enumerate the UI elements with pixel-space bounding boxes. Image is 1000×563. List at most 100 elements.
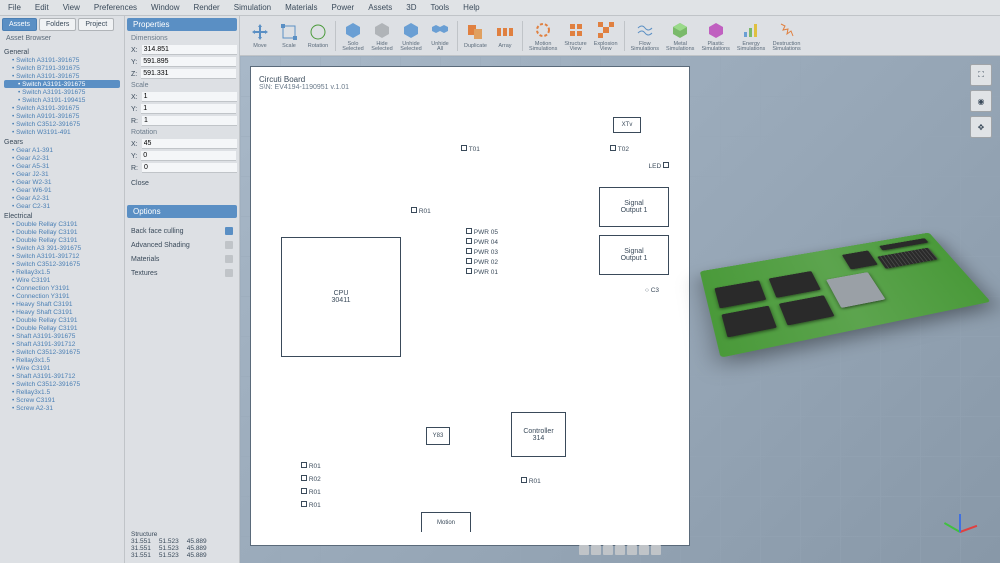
viewport[interactable]: Circuti Board S\N: EV4194-1190951 v.1.01… xyxy=(240,56,1000,563)
tree-item[interactable]: Double Rellay C3191 xyxy=(4,220,120,228)
tree-item[interactable]: Switch A3191-391675 xyxy=(4,80,120,88)
tree-item[interactable]: Double Rellay C3191 xyxy=(4,236,120,244)
tree-item[interactable]: Screw A2-31 xyxy=(4,404,120,412)
prop-input[interactable] xyxy=(142,139,237,149)
tree-item[interactable]: Rellay3x1.5 xyxy=(4,388,120,396)
tree-item[interactable]: Switch A3191-391675 xyxy=(4,72,120,80)
tree-item[interactable]: Shaft A3191-391712 xyxy=(4,372,120,380)
menu-view[interactable]: View xyxy=(63,3,80,12)
tree-item[interactable]: Rellay3x1.5 xyxy=(4,268,120,276)
tree-item[interactable]: Gear C2-31 xyxy=(4,202,120,210)
tree-item[interactable]: Gear A2-31 xyxy=(4,194,120,202)
prop-input[interactable] xyxy=(141,69,236,79)
menu-3d[interactable]: 3D xyxy=(406,3,416,12)
tool-scale[interactable]: Scale xyxy=(275,20,303,51)
tree-item[interactable]: Switch A3191-199415 xyxy=(4,96,120,104)
tree-item[interactable]: Gear W6-91 xyxy=(4,186,120,194)
tree-item[interactable]: Double Rellay C3191 xyxy=(4,324,120,332)
tab-assets[interactable]: Assets xyxy=(2,18,37,31)
tree-item[interactable]: Screw C3191 xyxy=(4,396,120,404)
tree-item[interactable]: Switch A3191-391675 xyxy=(4,56,120,64)
menu-assets[interactable]: Assets xyxy=(368,3,392,12)
tree-item[interactable]: Rellay3x1.5 xyxy=(4,356,120,364)
checkbox[interactable] xyxy=(225,255,233,263)
prop-input[interactable] xyxy=(142,116,237,126)
frame-strip[interactable] xyxy=(579,545,661,555)
prop-input[interactable] xyxy=(141,151,236,161)
tool-array[interactable]: Array xyxy=(491,20,519,51)
prop-input[interactable] xyxy=(141,57,236,67)
tree-item[interactable]: Connection Y3191 xyxy=(4,284,120,292)
menu-power[interactable]: Power xyxy=(332,3,355,12)
tree-item[interactable]: Heavy Shaft C3191 xyxy=(4,300,120,308)
option-row[interactable]: Textures xyxy=(131,266,233,280)
tool-cube-b[interactable]: Solo Selected xyxy=(339,18,367,54)
tool-dup[interactable]: Duplicate xyxy=(461,20,490,51)
tree-item[interactable]: Switch C3512-391675 xyxy=(4,260,120,268)
tree-group[interactable]: Gears xyxy=(4,139,120,146)
tree-item[interactable]: Double Rellay C3191 xyxy=(4,228,120,236)
tree-item[interactable]: Switch W3191-491 xyxy=(4,128,120,136)
tree-item[interactable]: Gear W2-31 xyxy=(4,178,120,186)
checkbox[interactable] xyxy=(225,269,233,277)
checkbox[interactable] xyxy=(225,227,233,235)
tree-item[interactable]: Shaft A3191-391712 xyxy=(4,340,120,348)
tree-group[interactable]: General xyxy=(4,49,120,56)
tree-item[interactable]: Gear A1-391 xyxy=(4,146,120,154)
prop-input[interactable] xyxy=(142,163,237,173)
prop-input[interactable] xyxy=(141,104,236,114)
option-row[interactable]: Materials xyxy=(131,252,233,266)
menu-help[interactable]: Help xyxy=(463,3,479,12)
tool-cube-g[interactable]: Hide Selected xyxy=(368,18,396,54)
menu-file[interactable]: File xyxy=(8,3,21,12)
tool-motion[interactable]: Motion Simulations xyxy=(526,18,560,54)
tool-explode[interactable]: Explosion View xyxy=(591,18,621,54)
tree-item[interactable]: Wire C3191 xyxy=(4,364,120,372)
tool-rotate[interactable]: Rotation xyxy=(304,20,332,51)
tree-group[interactable]: Electrical xyxy=(4,213,120,220)
tree-item[interactable]: Gear J2-31 xyxy=(4,170,120,178)
close-link[interactable]: Close xyxy=(125,174,239,193)
tree-item[interactable]: Switch A3191-391675 xyxy=(4,88,120,96)
tool-flow[interactable]: Flow Simulations xyxy=(628,18,662,54)
tab-project[interactable]: Project xyxy=(78,18,114,31)
tree-item[interactable]: Gear A2-31 xyxy=(4,154,120,162)
option-row[interactable]: Advanced Shading xyxy=(131,238,233,252)
menu-materials[interactable]: Materials xyxy=(285,3,317,12)
axis-gizmo[interactable] xyxy=(940,503,980,543)
menu-preferences[interactable]: Preferences xyxy=(94,3,137,12)
menu-simulation[interactable]: Simulation xyxy=(234,3,271,12)
tool-struct[interactable]: Structure View xyxy=(561,18,589,54)
tree-item[interactable]: Switch B7191-391675 xyxy=(4,64,120,72)
tool-cubes-b[interactable]: Unhide All xyxy=(426,18,454,54)
tool-plastic[interactable]: Plastic Simulations xyxy=(698,18,732,54)
prop-input[interactable] xyxy=(142,45,237,55)
checkbox[interactable] xyxy=(225,241,233,249)
tree-item[interactable]: Switch C3512-391675 xyxy=(4,120,120,128)
tool-destruct[interactable]: Destruction Simulations xyxy=(769,18,803,54)
menu-render[interactable]: Render xyxy=(193,3,219,12)
tree-item[interactable]: Switch C3512-391675 xyxy=(4,380,120,388)
tree-item[interactable]: Switch C3512-391675 xyxy=(4,348,120,356)
tree-item[interactable]: Double Rellay C3191 xyxy=(4,316,120,324)
schematic-sheet[interactable]: Circuti Board S\N: EV4194-1190951 v.1.01… xyxy=(250,66,690,546)
tool-metal[interactable]: Metal Simulations xyxy=(663,18,697,54)
expand-button[interactable]: ⛶ xyxy=(970,64,992,86)
pan-button[interactable]: ✥ xyxy=(970,116,992,138)
menu-window[interactable]: Window xyxy=(151,3,179,12)
focus-button[interactable]: ◉ xyxy=(970,90,992,112)
option-row[interactable]: Back face culling xyxy=(131,224,233,238)
tree-item[interactable]: Switch A3191-391675 xyxy=(4,104,120,112)
tool-move[interactable]: Move xyxy=(246,20,274,51)
tool-energy[interactable]: Energy Simulations xyxy=(734,18,768,54)
menu-edit[interactable]: Edit xyxy=(35,3,49,12)
tree-item[interactable]: Shaft A3191-391675 xyxy=(4,332,120,340)
tool-cube-b[interactable]: Unhide Selected xyxy=(397,18,425,54)
menu-tools[interactable]: Tools xyxy=(430,3,449,12)
tree-item[interactable]: Switch A9191-391675 xyxy=(4,112,120,120)
tree-item[interactable]: Gear A5-31 xyxy=(4,162,120,170)
prop-input[interactable] xyxy=(142,92,237,102)
tree-item[interactable]: Heavy Shaft C3191 xyxy=(4,308,120,316)
tree-item[interactable]: Switch A3191-391712 xyxy=(4,252,120,260)
tree-item[interactable]: Wire C3191 xyxy=(4,276,120,284)
